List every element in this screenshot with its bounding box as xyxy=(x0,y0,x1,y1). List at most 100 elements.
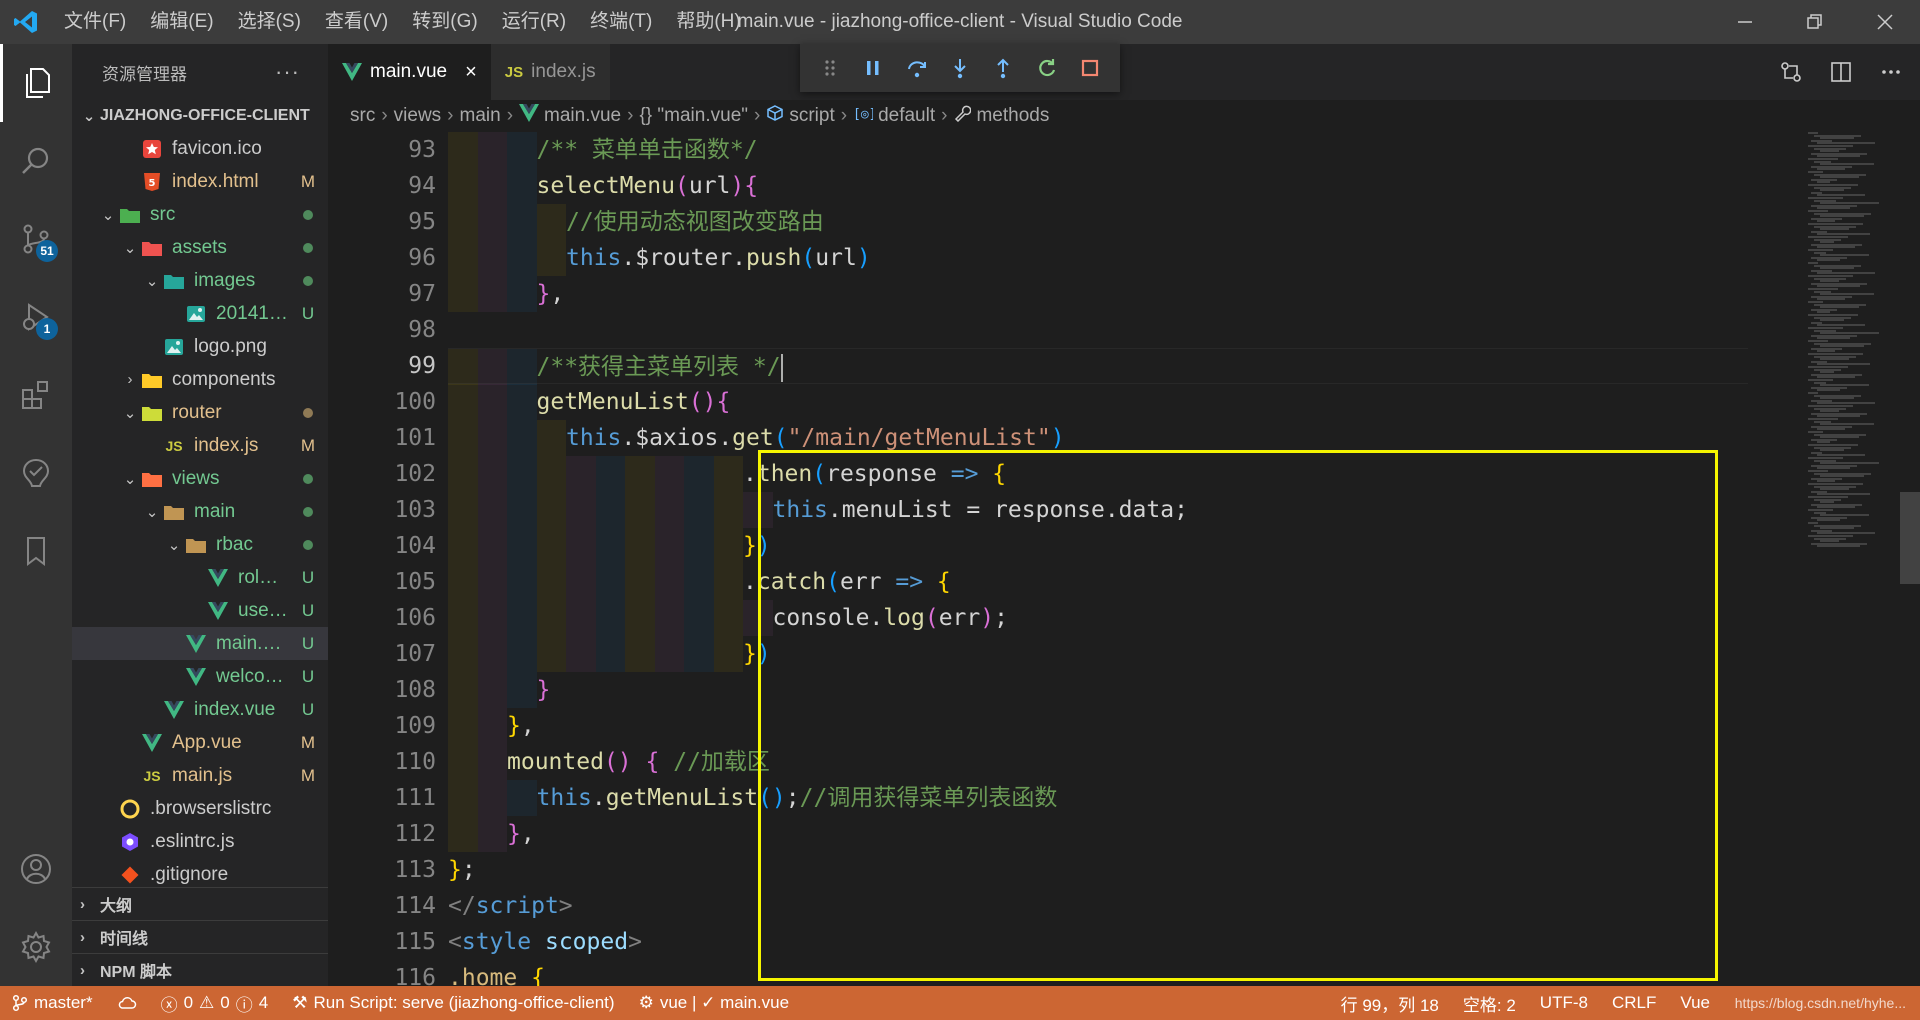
explorer-icon[interactable] xyxy=(0,44,72,122)
code-line[interactable]: }; xyxy=(448,852,1748,888)
code-line[interactable]: .home { xyxy=(448,960,1748,986)
bookmarks-icon[interactable] xyxy=(0,512,72,590)
sidebar-panel-header[interactable]: › NPM 脚本 xyxy=(72,953,328,986)
code-line[interactable]: } xyxy=(448,672,1748,708)
problems-item[interactable]: ⓧ 0 ⚠ 0 ⓘ 4 xyxy=(149,986,281,1020)
settings-gear-icon[interactable] xyxy=(0,908,72,986)
end-of-line[interactable]: CRLF xyxy=(1600,986,1668,1020)
source-control-icon[interactable]: 51 xyxy=(0,200,72,278)
code-line[interactable]: getMenuList(){ xyxy=(448,384,1748,420)
code-line[interactable]: this.$router.push(url) xyxy=(448,240,1748,276)
code-line[interactable] xyxy=(448,312,1748,348)
file-tree-item[interactable]: ⌄ router xyxy=(72,396,328,429)
cursor-position[interactable]: 行 99，列 18 xyxy=(1329,986,1451,1020)
minimap[interactable] xyxy=(1802,132,1902,986)
breadcrumb-item[interactable]: methods xyxy=(953,104,1049,128)
file-tree-item[interactable]: ⌄ assets xyxy=(72,231,328,264)
sidebar-panel-header[interactable]: › 大纲 xyxy=(72,887,328,920)
file-tree-item[interactable]: JS main.js M xyxy=(72,759,328,792)
code-line[interactable]: this.getMenuList();//调用获得菜单列表函数 xyxy=(448,780,1748,816)
scrollbar-thumb[interactable] xyxy=(1900,492,1920,584)
breadcrumb-item[interactable]: src xyxy=(350,105,375,127)
account-icon[interactable] xyxy=(0,830,72,908)
code-line[interactable]: }) xyxy=(448,528,1748,564)
menu-item[interactable]: 文件(F) xyxy=(52,0,138,44)
code-line[interactable]: console.log(err); xyxy=(448,600,1748,636)
vue-item[interactable]: ⚙ vue | ✓ main.vue xyxy=(627,986,801,1020)
code-line[interactable]: .catch(err => { xyxy=(448,564,1748,600)
step-into-icon[interactable] xyxy=(938,48,981,88)
indentation[interactable]: 空格: 2 xyxy=(1451,986,1528,1020)
code-line[interactable]: }) xyxy=(448,636,1748,672)
encoding[interactable]: UTF-8 xyxy=(1528,986,1600,1020)
code-line[interactable]: }, xyxy=(448,816,1748,852)
search-icon[interactable] xyxy=(0,122,72,200)
step-over-icon[interactable] xyxy=(895,48,938,88)
file-tree-item[interactable]: 2014100... U xyxy=(72,297,328,330)
split-editor-icon[interactable] xyxy=(1826,57,1856,87)
menu-item[interactable]: 终端(T) xyxy=(578,0,664,44)
file-tree-item[interactable]: favicon.ico xyxy=(72,132,328,165)
close-tab-icon[interactable]: × xyxy=(465,61,477,84)
code-line[interactable]: /**获得主菜单列表 */ xyxy=(448,348,1748,385)
file-tree-item[interactable]: main.vue U xyxy=(72,627,328,660)
close-window-button[interactable] xyxy=(1850,0,1920,44)
breadcrumb-item[interactable]: views xyxy=(394,105,442,127)
restore-button[interactable] xyxy=(1780,0,1850,44)
sync-item[interactable] xyxy=(105,986,149,1020)
compare-changes-icon[interactable] xyxy=(1776,57,1806,87)
code-line[interactable]: .then(response => { xyxy=(448,456,1748,492)
code-line[interactable]: this.menuList = response.data; xyxy=(448,492,1748,528)
file-tree-item[interactable]: ⌄ images xyxy=(72,264,328,297)
breadcrumb-item[interactable]: main xyxy=(460,105,501,127)
file-tree-item[interactable]: ⌄ rbac xyxy=(72,528,328,561)
file-tree-item[interactable]: .browserslistrc xyxy=(72,792,328,825)
breadcrumb-item[interactable]: script xyxy=(766,104,835,128)
run-script-item[interactable]: ⚒ Run Script: serve (jiazhong-office-cli… xyxy=(280,986,626,1020)
file-tree-item[interactable]: user.vue U xyxy=(72,594,328,627)
file-tree-item[interactable]: 5 index.html M xyxy=(72,165,328,198)
sidebar-panel-header[interactable]: › 时间线 xyxy=(72,920,328,953)
code-line[interactable]: selectMenu(url){ xyxy=(448,168,1748,204)
file-tree-item[interactable]: ⌄ views xyxy=(72,462,328,495)
tab-main-vue[interactable]: main.vue × xyxy=(328,44,491,100)
file-tree-item[interactable]: › components xyxy=(72,363,328,396)
code-line[interactable]: //使用动态视图改变路由 xyxy=(448,204,1748,240)
code-editor[interactable]: 93 94 95 96 97 98 99 100 101 102 103 104 105 106 107 10… xyxy=(328,132,1920,986)
minimize-button[interactable] xyxy=(1710,0,1780,44)
file-tree-item[interactable]: ⌄ src xyxy=(72,198,328,231)
stop-icon[interactable] xyxy=(1069,48,1112,88)
breadcrumb-item[interactable]: {} "main.vue" xyxy=(639,105,748,127)
vertical-scrollbar[interactable] xyxy=(1900,132,1920,986)
menu-item[interactable]: 运行(R) xyxy=(490,0,578,44)
file-tree-item[interactable]: welcome... U xyxy=(72,660,328,693)
menu-item[interactable]: 查看(V) xyxy=(313,0,400,44)
more-actions-icon[interactable] xyxy=(1876,57,1906,87)
menu-item[interactable]: 编辑(E) xyxy=(138,0,225,44)
run-debug-icon[interactable]: 1 xyxy=(0,278,72,356)
code-line[interactable]: mounted() { //加载区 xyxy=(448,744,1748,780)
code-lines[interactable]: /** 菜单单击函数*/selectMenu(url){//使用动态视图改变路由… xyxy=(448,132,1748,986)
code-line[interactable]: }, xyxy=(448,276,1748,312)
menu-item[interactable]: 转到(G) xyxy=(400,0,489,44)
file-tree-item[interactable]: ⌄ main xyxy=(72,495,328,528)
workspace-root-header[interactable]: ⌄ JIAZHONG-OFFICE-CLIENT xyxy=(72,100,328,132)
file-tree-item[interactable]: role.vue U xyxy=(72,561,328,594)
menu-item[interactable]: 帮助(H) xyxy=(664,0,752,44)
code-line[interactable]: }, xyxy=(448,708,1748,744)
more-actions-icon[interactable]: ··· xyxy=(275,59,300,85)
breadcrumb-item[interactable]: main.vue xyxy=(519,104,621,128)
file-tree-item[interactable]: .eslintrc.js xyxy=(72,825,328,858)
step-out-icon[interactable] xyxy=(982,48,1025,88)
code-line[interactable]: </script> xyxy=(448,888,1748,924)
drag-handle-icon[interactable] xyxy=(808,48,851,88)
tab-index-js[interactable]: JS index.js xyxy=(490,44,610,100)
file-tree-item[interactable]: JS index.js M xyxy=(72,429,328,462)
file-tree-item[interactable]: logo.png xyxy=(72,330,328,363)
git-branch-item[interactable]: master* xyxy=(0,986,105,1020)
code-line[interactable]: /** 菜单单击函数*/ xyxy=(448,132,1748,168)
breadcrumb-item[interactable]: [◎] default xyxy=(853,105,935,127)
pause-icon[interactable] xyxy=(851,48,894,88)
file-tree-item[interactable]: index.vue U xyxy=(72,693,328,726)
code-line[interactable]: <style scoped> xyxy=(448,924,1748,960)
